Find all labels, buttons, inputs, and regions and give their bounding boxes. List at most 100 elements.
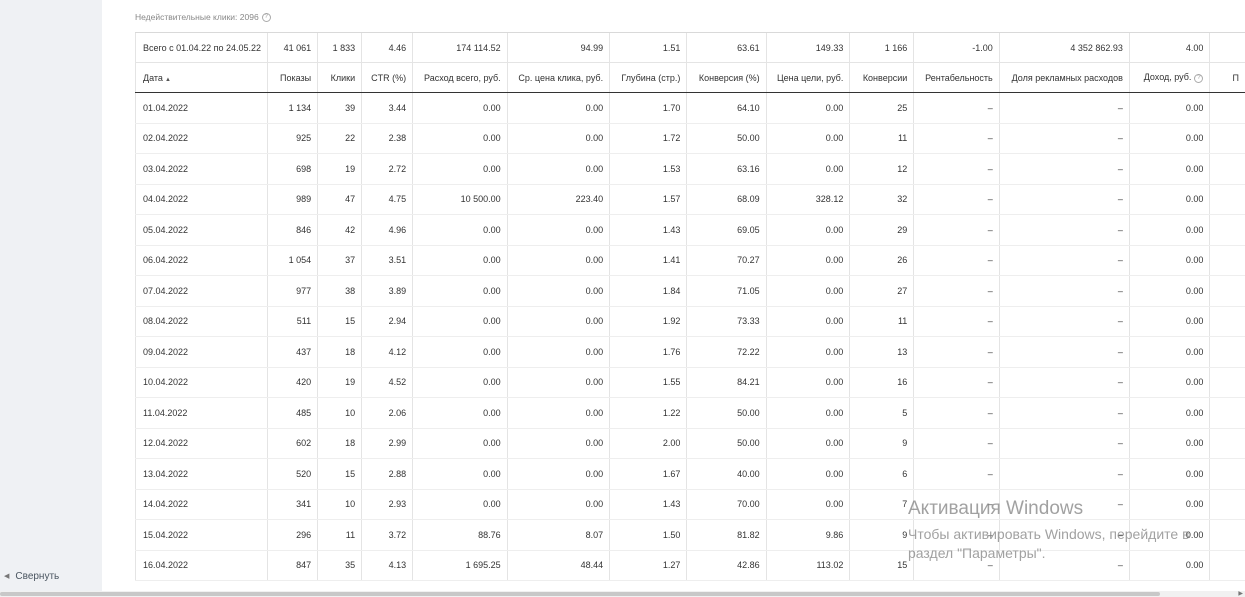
table-cell: 0.00 (765, 275, 850, 307)
table-cell: – (998, 489, 1130, 520)
table-cell: 1.27 (609, 550, 687, 581)
table-cell: 0.00 (1128, 550, 1210, 581)
table-cell: 1.76 (609, 336, 687, 368)
table-cell: – (998, 519, 1130, 551)
table-cell: 1.84 (609, 275, 687, 307)
totals-cell: 174 114.52 (412, 32, 508, 63)
table-cell: 0.00 (506, 428, 610, 459)
table-cell: 70.00 (686, 489, 767, 520)
help-icon[interactable]: ? (1194, 73, 1204, 83)
column-header[interactable]: Доход, руб.? (1128, 62, 1210, 93)
table-cell: – (998, 397, 1130, 429)
totals-cell: 1 833 (317, 32, 362, 63)
table-row: 11.04.2022 485 10 2.06 0.00 0.00 1.22 50.00 0.00… (134, 397, 1245, 429)
table-cell: 72.22 (686, 336, 767, 368)
table-row: 04.04.2022 989 47 4.75 10 500.00 223.40 1.57 68… (134, 184, 1245, 215)
sort-ascending-icon[interactable]: ▲ (165, 77, 171, 83)
date-cell: 02.04.2022 (134, 123, 268, 154)
table-cell: 3.51 (361, 245, 413, 276)
table-cell (1209, 214, 1245, 246)
table-cell: 10 500.00 (412, 184, 508, 215)
table-cell: 9 (849, 519, 914, 551)
table-cell: 0.00 (765, 489, 850, 520)
table-cell: – (998, 336, 1130, 368)
table-cell: – (998, 550, 1130, 581)
table-cell: 18 (317, 428, 362, 459)
column-header[interactable]: Рентабельность (913, 62, 1000, 93)
scrollbar-thumb[interactable] (0, 592, 1160, 596)
date-cell: 04.04.2022 (134, 184, 268, 215)
table-cell: 7 (849, 489, 914, 520)
table-cell: 296 (267, 519, 318, 551)
table-cell: 42 (317, 214, 362, 246)
totals-cell: -1.00 (913, 32, 1000, 63)
table-cell: 25 (849, 92, 914, 124)
date-cell: 14.04.2022 (134, 489, 268, 520)
table-cell: 0.00 (765, 428, 850, 459)
date-cell: 11.04.2022 (134, 397, 268, 429)
table-cell: – (998, 123, 1130, 154)
table-cell: 1 134 (267, 92, 318, 124)
column-header[interactable]: Конверсия (%) (686, 62, 767, 93)
column-header[interactable]: CTR (%) (361, 62, 413, 93)
table-cell: 71.05 (686, 275, 767, 307)
table-cell: 1.41 (609, 245, 687, 276)
table-cell: 1.43 (609, 214, 687, 246)
scroll-right-icon[interactable]: ▶ (1238, 591, 1243, 597)
table-cell: 4.13 (361, 550, 413, 581)
table-cell: 0.00 (1128, 275, 1210, 307)
table-cell: 1.55 (609, 367, 687, 398)
date-cell: 13.04.2022 (134, 458, 268, 490)
table-cell: 328.12 (765, 184, 850, 215)
column-header[interactable]: Доля рекламных расходов (998, 62, 1130, 93)
totals-cell: 94.99 (506, 32, 610, 63)
table-cell: 5 (849, 397, 914, 429)
table-row: 10.04.2022 420 19 4.52 0.00 0.00 1.55 84.21 0.00… (134, 367, 1245, 398)
table-cell: 113.02 (765, 550, 850, 581)
table-row: 13.04.2022 520 15 2.88 0.00 0.00 1.67 40.00 0.00… (134, 458, 1245, 490)
column-header[interactable]: Показы (267, 62, 318, 93)
collapse-sidebar-button[interactable]: ◀ Свернуть (4, 571, 59, 582)
table-cell: 989 (267, 184, 318, 215)
table-cell: 68.09 (686, 184, 767, 215)
column-header[interactable]: Расход всего, руб. (412, 62, 508, 93)
invalid-clicks-text: Недействительные клики: 2096 (135, 12, 259, 22)
column-header[interactable]: Клики (317, 62, 362, 93)
horizontal-scrollbar[interactable]: ▶ (0, 591, 1245, 597)
totals-cell (1209, 32, 1245, 63)
totals-cell: 4.46 (361, 32, 413, 63)
column-header[interactable]: Конверсии (849, 62, 914, 93)
table-cell: 925 (267, 123, 318, 154)
table-cell: 0.00 (412, 367, 508, 398)
help-icon[interactable]: ? (261, 13, 271, 23)
table-cell: 11 (849, 123, 914, 154)
column-header[interactable]: Ср. цена клика, руб. (506, 62, 610, 93)
table-cell: 0.00 (412, 397, 508, 429)
table-cell: 15 (849, 550, 914, 581)
table-row: 08.04.2022 511 15 2.94 0.00 0.00 1.92 73.33 0.00… (134, 306, 1245, 337)
column-header[interactable]: Дата ▲ (134, 62, 268, 93)
table-cell (1209, 519, 1245, 551)
totals-cell: 1.51 (609, 32, 687, 63)
table-cell: 1.50 (609, 519, 687, 551)
table-row: 16.04.2022 847 35 4.13 1 695.25 48.44 1.27 42.8… (134, 550, 1245, 581)
table-cell: 84.21 (686, 367, 767, 398)
totals-cell: 1 166 (849, 32, 914, 63)
date-cell: 06.04.2022 (134, 245, 268, 276)
table-cell: 15 (317, 306, 362, 337)
date-cell: 16.04.2022 (134, 550, 268, 581)
date-cell: 07.04.2022 (134, 275, 268, 307)
date-cell: 15.04.2022 (134, 519, 268, 551)
table-cell (1209, 92, 1245, 124)
table-cell: 520 (267, 458, 318, 490)
table-cell: 0.00 (765, 123, 850, 154)
table-cell: 341 (267, 489, 318, 520)
table-cell: 0.00 (765, 306, 850, 337)
column-header[interactable]: П (1209, 62, 1245, 93)
table-cell: 0.00 (1128, 214, 1210, 246)
table-cell: – (998, 458, 1130, 490)
table-cell: 64.10 (686, 92, 767, 124)
column-header[interactable]: Цена цели, руб. (765, 62, 850, 93)
table-cell: 10 (317, 489, 362, 520)
column-header[interactable]: Глубина (стр.) (609, 62, 687, 93)
